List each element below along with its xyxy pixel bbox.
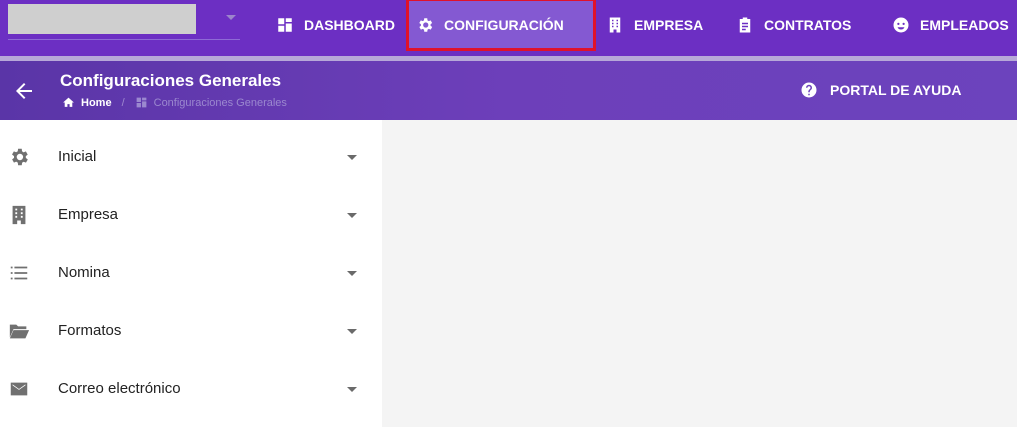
breadcrumb-separator: / xyxy=(121,96,125,109)
nav-empleados[interactable]: EMPLEADOS xyxy=(884,0,1017,49)
sidebar-item-label: Formatos xyxy=(58,322,122,339)
nav-configuracion[interactable]: CONFIGURACIÓN xyxy=(406,0,596,51)
company-selector-value xyxy=(8,4,196,34)
chevron-down-icon xyxy=(347,329,357,334)
page-title: Configuraciones Generales xyxy=(60,71,282,90)
sidebar-item-correo[interactable]: Correo electrónico xyxy=(0,378,382,427)
company-selector[interactable] xyxy=(8,4,240,40)
sidebar-item-label: Correo electrónico xyxy=(58,380,181,397)
nav-dashboard[interactable]: DASHBOARD xyxy=(268,0,403,49)
top-navigation-bar: DASHBOARD CONFIGURACIÓN EMPRESA CONTRATO… xyxy=(0,0,1017,56)
help-portal-button[interactable]: PORTAL DE AYUDA xyxy=(800,81,961,99)
sidebar-item-label: Empresa xyxy=(58,206,119,223)
mail-icon xyxy=(8,378,30,400)
building-icon xyxy=(8,204,30,226)
breadcrumb-home-link[interactable]: Home xyxy=(81,97,112,109)
sidebar-item-empresa[interactable]: Empresa xyxy=(0,204,382,262)
dashboard-icon xyxy=(136,97,146,108)
breadcrumb-current: Configuraciones Generales xyxy=(153,96,287,109)
sidebar-item-label: Inicial xyxy=(58,148,97,165)
nav-contratos-label: CONTRATOS xyxy=(764,16,852,33)
clipboard-icon xyxy=(739,17,751,32)
chevron-down-icon xyxy=(347,155,357,160)
chevron-down-icon xyxy=(347,271,357,276)
help-portal-label: PORTAL DE AYUDA xyxy=(830,82,962,98)
sidebar-item-nomina[interactable]: Nomina xyxy=(0,262,382,320)
chevron-down-icon xyxy=(347,387,357,392)
list-icon xyxy=(8,262,30,284)
nav-empleados-label: EMPLEADOS xyxy=(920,16,1009,33)
sidebar-item-label: Nomina xyxy=(58,264,110,281)
breadcrumb: Home / Configuraciones Generales xyxy=(62,96,287,109)
help-circle-icon xyxy=(801,82,817,98)
gear-icon xyxy=(419,17,433,32)
back-button[interactable] xyxy=(12,79,36,103)
selector-underline xyxy=(8,39,240,40)
nav-dashboard-label: DASHBOARD xyxy=(304,16,395,33)
chevron-down-icon xyxy=(347,213,357,218)
nav-empresa-label: EMPRESA xyxy=(634,16,704,33)
chevron-down-icon xyxy=(226,15,236,20)
nav-contratos[interactable]: CONTRATOS xyxy=(728,0,859,49)
sidebar-item-formatos[interactable]: Formatos xyxy=(0,320,382,378)
nav-empresa[interactable]: EMPRESA xyxy=(598,0,711,49)
sidebar-item-inicial[interactable]: Inicial xyxy=(0,146,382,204)
home-icon xyxy=(63,97,74,107)
dashboard-icon xyxy=(278,17,292,32)
gear-icon xyxy=(8,146,30,168)
folder-open-icon xyxy=(8,320,30,342)
arrow-left-icon xyxy=(16,83,32,99)
main-content-area xyxy=(382,120,1017,427)
nav-configuracion-label: CONFIGURACIÓN xyxy=(444,16,564,33)
building-icon xyxy=(609,17,621,32)
settings-sidebar: Inicial Empresa Nomina Formatos Correo e… xyxy=(0,120,382,427)
face-icon xyxy=(893,17,909,32)
page-header: Configuraciones Generales Home / Configu… xyxy=(0,61,1017,120)
